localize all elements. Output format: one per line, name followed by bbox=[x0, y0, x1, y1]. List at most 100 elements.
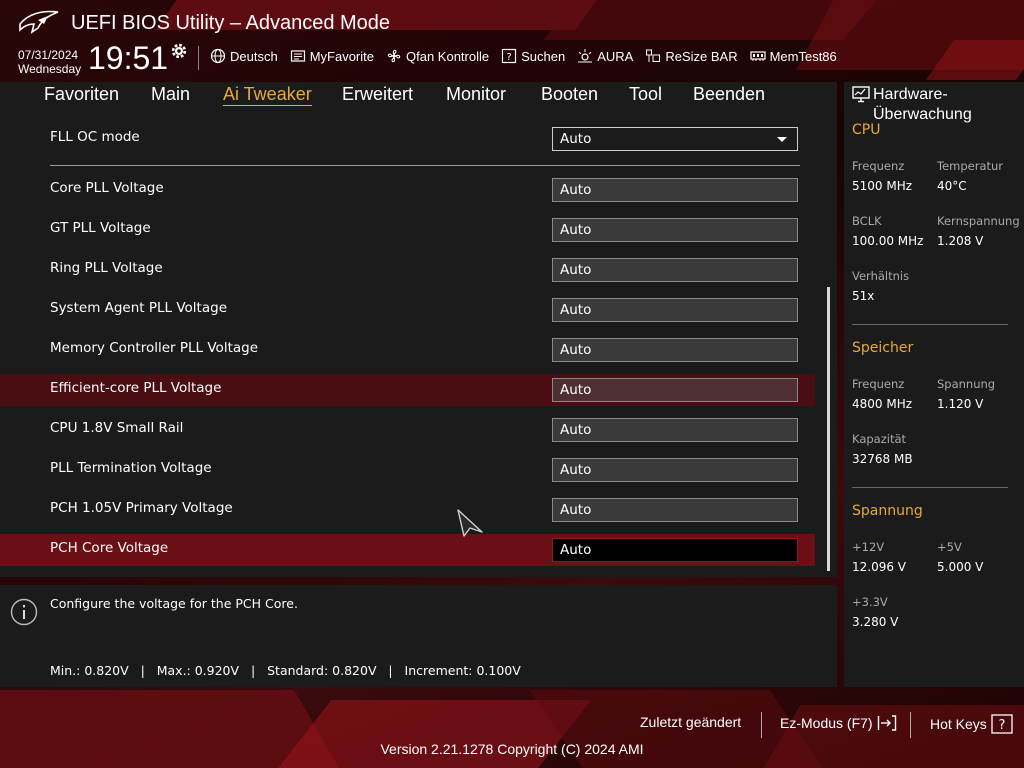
tab-beenden[interactable]: Beenden bbox=[693, 84, 765, 105]
weekday-text: Wednesday bbox=[18, 62, 82, 76]
ez-mode-label: Ez-Modus (F7) bbox=[780, 715, 873, 731]
setting-row-system-agent-pll-voltage[interactable]: System Agent PLL Voltage Auto bbox=[0, 294, 815, 326]
exit-arrow-icon bbox=[877, 715, 896, 731]
date-display: 07/31/2024 Wednesday bbox=[18, 48, 81, 76]
pch-core-voltage-input[interactable]: Auto bbox=[552, 538, 798, 562]
setting-row-pch-105v-primary-voltage[interactable]: PCH 1.05V Primary Voltage Auto bbox=[0, 494, 815, 526]
v5-label: +5V bbox=[937, 540, 962, 554]
cpu-temperature-label: Temperatur bbox=[937, 159, 1004, 173]
section-divider bbox=[852, 324, 1008, 325]
memory-capacity-label: Kapazität bbox=[852, 432, 907, 446]
tab-favoriten[interactable]: Favoriten bbox=[44, 84, 119, 105]
last-modified-button[interactable]: Zuletzt geändert bbox=[640, 714, 741, 730]
chevron-down-icon bbox=[777, 137, 787, 142]
language-button[interactable]: Deutsch bbox=[210, 48, 278, 64]
globe-icon bbox=[210, 48, 226, 64]
memory-frequency-label: Frequenz bbox=[852, 377, 905, 391]
setting-row-ring-pll-voltage[interactable]: Ring PLL Voltage Auto bbox=[0, 254, 815, 286]
myfavorite-button[interactable]: MyFavorite bbox=[290, 48, 374, 64]
hardware-monitor-title: Hardware-Überwachung bbox=[873, 86, 972, 123]
resizebar-label: ReSize BAR bbox=[665, 48, 738, 64]
setting-label: PLL Termination Voltage bbox=[50, 460, 212, 476]
section-divider bbox=[50, 165, 800, 166]
memory-voltage-value: 1.120 V bbox=[937, 397, 984, 411]
fll-oc-mode-value: Auto bbox=[560, 131, 592, 147]
efficient-core-pll-voltage-input[interactable]: Auto bbox=[552, 378, 798, 402]
pll-termination-voltage-input[interactable]: Auto bbox=[552, 458, 798, 482]
setting-row-efficient-core-pll-voltage[interactable]: Efficient-core PLL Voltage Auto bbox=[0, 374, 815, 406]
language-label: Deutsch bbox=[230, 48, 278, 64]
tab-monitor[interactable]: Monitor bbox=[446, 84, 506, 105]
memtest-button[interactable]: MemTest86 bbox=[749, 48, 837, 64]
setting-label: Efficient-core PLL Voltage bbox=[50, 380, 222, 396]
tab-erweitert[interactable]: Erweitert bbox=[342, 84, 413, 105]
setting-row-cpu-18v-small-rail[interactable]: CPU 1.8V Small Rail Auto bbox=[0, 414, 815, 446]
setting-label: PCH 1.05V Primary Voltage bbox=[50, 500, 233, 516]
setting-label: Core PLL Voltage bbox=[50, 180, 164, 196]
myfavorite-label: MyFavorite bbox=[309, 48, 374, 64]
voltage-section-heading: Spannung bbox=[852, 503, 923, 519]
fll-oc-mode-label: FLL OC mode bbox=[50, 129, 140, 145]
ez-mode-button[interactable]: Ez-Modus (F7) bbox=[780, 714, 897, 732]
system-agent-pll-voltage-input[interactable]: Auto bbox=[552, 298, 798, 322]
fan-icon bbox=[387, 49, 401, 63]
header-separator bbox=[198, 46, 199, 70]
qfan-button[interactable]: Qfan Kontrolle bbox=[386, 48, 489, 64]
setting-row-gt-pll-voltage[interactable]: GT PLL Voltage Auto bbox=[0, 214, 815, 246]
app-title: UEFI BIOS Utility – Advanced Mode bbox=[71, 12, 391, 34]
qfan-label: Qfan Kontrolle bbox=[406, 48, 490, 64]
search-button[interactable]: ? Suchen bbox=[501, 48, 565, 64]
setting-row-pll-termination-voltage[interactable]: PLL Termination Voltage Auto bbox=[0, 454, 815, 486]
ring-pll-voltage-input[interactable]: Auto bbox=[552, 258, 798, 282]
bclk-value: 100.00 MHz bbox=[852, 234, 924, 248]
setting-label: Memory Controller PLL Voltage bbox=[50, 340, 259, 356]
core-pll-voltage-input[interactable]: Auto bbox=[552, 178, 798, 202]
toolbar: Deutsch MyFavorite Qfan Kontrolle ? Such… bbox=[210, 46, 837, 66]
memtest-label: MemTest86 bbox=[769, 48, 837, 64]
setting-row-pch-core-voltage[interactable]: PCH Core Voltage Auto bbox=[0, 534, 815, 566]
core-voltage-label: Kernspannung bbox=[937, 214, 1020, 228]
help-search-icon: ? bbox=[502, 48, 517, 64]
ratio-value: 51x bbox=[852, 289, 875, 303]
v12-value: 12.096 V bbox=[852, 560, 907, 574]
setting-label: System Agent PLL Voltage bbox=[50, 300, 227, 316]
memory-voltage-label: Spannung bbox=[937, 377, 996, 391]
svg-text:?: ? bbox=[506, 52, 511, 63]
settings-scrollbar[interactable] bbox=[827, 287, 830, 571]
setting-label: GT PLL Voltage bbox=[50, 220, 151, 236]
v5-value: 5.000 V bbox=[937, 560, 984, 574]
tab-ai-tweaker[interactable]: Ai Tweaker bbox=[223, 84, 312, 106]
hot-keys-button[interactable]: Hot Keys ? bbox=[930, 714, 1013, 734]
resizebar-button[interactable]: ReSize BAR bbox=[645, 48, 738, 64]
setting-label: PCH Core Voltage bbox=[50, 540, 169, 556]
cpu-18v-small-rail-input[interactable]: Auto bbox=[552, 418, 798, 442]
tab-tool[interactable]: Tool bbox=[629, 84, 662, 105]
memory-capacity-value: 32768 MB bbox=[852, 452, 913, 466]
tab-main[interactable]: Main bbox=[151, 84, 190, 105]
gt-pll-voltage-input[interactable]: Auto bbox=[552, 218, 798, 242]
memory-controller-pll-voltage-input[interactable]: Auto bbox=[552, 338, 798, 362]
voltage-range-info: Min.: 0.820V | Max.: 0.920V | Standard: … bbox=[50, 663, 521, 678]
svg-text:?: ? bbox=[998, 718, 1005, 733]
aura-button[interactable]: AURA bbox=[577, 48, 633, 64]
last-modified-label: Zuletzt geändert bbox=[640, 714, 742, 730]
memory-frequency-value: 4800 MHz bbox=[852, 397, 913, 411]
fll-oc-mode-select[interactable]: Auto bbox=[552, 127, 798, 151]
setting-row-core-pll-voltage[interactable]: Core PLL Voltage Auto bbox=[0, 174, 815, 206]
hardware-monitor-panel: Hardware-Überwachung CPU Frequenz Temper… bbox=[844, 82, 1024, 687]
date-text: 07/31/2024 bbox=[18, 48, 79, 62]
setting-row-memory-controller-pll-voltage[interactable]: Memory Controller PLL Voltage Auto bbox=[0, 334, 815, 366]
footer-separator bbox=[761, 712, 762, 738]
aura-light-icon bbox=[578, 49, 593, 63]
pch-105v-primary-voltage-input[interactable]: Auto bbox=[552, 498, 798, 522]
setting-label: CPU 1.8V Small Rail bbox=[50, 420, 184, 436]
tab-booten[interactable]: Booten bbox=[541, 84, 598, 105]
header: UEFI BIOS Utility – Advanced Mode 07/31/… bbox=[0, 0, 1024, 82]
search-label: Suchen bbox=[521, 48, 566, 64]
question-key-icon: ? bbox=[991, 714, 1013, 734]
bclk-label: BCLK bbox=[852, 214, 882, 228]
info-icon bbox=[10, 598, 38, 626]
gear-icon[interactable] bbox=[170, 42, 188, 60]
aura-label: AURA bbox=[597, 48, 634, 64]
favorite-list-icon bbox=[290, 50, 305, 62]
